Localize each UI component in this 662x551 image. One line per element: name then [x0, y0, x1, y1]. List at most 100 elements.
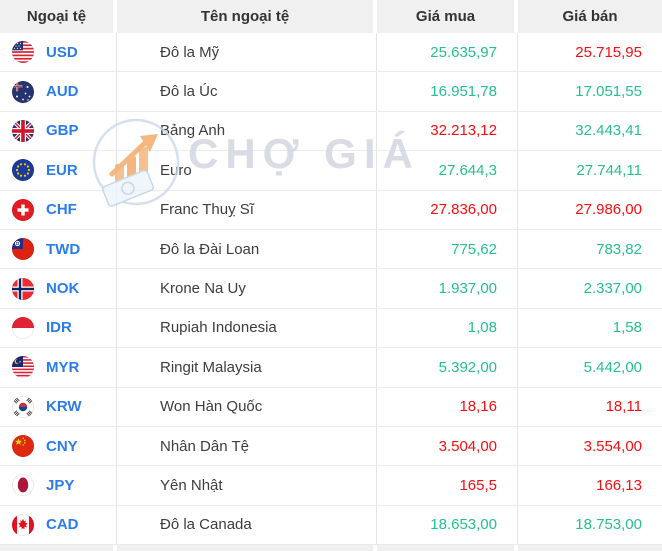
sell-price: 783,82 — [596, 240, 642, 258]
my-flag-icon — [12, 356, 34, 379]
buy-price: 775,62 — [451, 240, 497, 258]
currency-name: Franc Thuỵ Sĩ — [160, 201, 254, 219]
currency-name-cell: Đô la Đài Loan — [117, 229, 377, 269]
id-flag-icon — [12, 316, 34, 339]
table-row[interactable]: CHF Franc Thuỵ Sĩ 27.836,00 27.986,00 — [0, 190, 662, 230]
currency-cell: EUR — [0, 151, 117, 190]
sell-price-cell: 5.442,00 — [518, 348, 662, 386]
currency-name: Đô la Úc — [160, 83, 218, 101]
currency-cell: CHF — [0, 190, 117, 229]
currency-name: Đô la Mỹ — [160, 43, 220, 61]
buy-price: 165,5 — [459, 476, 497, 494]
au-flag-icon — [12, 80, 34, 103]
tw-flag-icon — [12, 238, 34, 261]
sell-price: 32.443,41 — [575, 122, 642, 140]
currency-code: KRW — [46, 398, 82, 416]
buy-price-cell: 32.213,12 — [377, 111, 518, 151]
currency-code: NOK — [46, 280, 80, 298]
table-row[interactable]: MYR Ringit Malaysia 5.392,00 5.442,00 — [0, 348, 662, 388]
sell-price: 25.715,95 — [575, 43, 642, 61]
gb-flag-icon — [12, 119, 34, 142]
currency-code: USD — [46, 43, 78, 61]
currency-code: JPY — [46, 476, 75, 494]
table-row[interactable]: TWD Đô la Đài Loan 775,62 783,82 — [0, 229, 662, 270]
buy-price: 27.836,00 — [430, 201, 497, 219]
table-row[interactable]: CNY Nhân Dân Tệ 3.504,00 3.554,00 — [0, 426, 662, 467]
buy-price: 18,16 — [459, 398, 497, 416]
buy-price: 3.504,00 — [438, 437, 497, 455]
currency-code: GBP — [46, 122, 79, 140]
sell-price-cell: 783,82 — [518, 230, 662, 268]
currency-code: MYR — [46, 358, 80, 376]
sell-price-cell: 32.443,41 — [518, 112, 662, 150]
currency-name: Nhân Dân Tệ — [160, 437, 249, 455]
table-row[interactable]: USD Đô la Mỹ 25.635,97 25.715,95 — [0, 33, 662, 73]
buy-price-cell: 1,08 — [377, 308, 518, 348]
sell-price-cell: 27.986,00 — [518, 191, 662, 229]
kr-flag-icon — [12, 395, 34, 418]
currency-cell: CAD — [0, 505, 117, 545]
column-header-currency-name: Tên ngoại tệ — [117, 0, 377, 33]
currency-name: Đô la Canada — [160, 516, 252, 534]
currency-name-cell: Won Hàn Quốc — [117, 387, 377, 426]
currency-name-cell: Đô la Canada — [117, 505, 377, 545]
table-row[interactable]: JPY Yên Nhật 165,5 166,13 — [0, 466, 662, 506]
sell-price-cell: 3.554,00 — [518, 427, 662, 465]
currency-cell: AUD — [0, 72, 117, 111]
sell-price: 5.442,00 — [583, 358, 642, 376]
buy-price-cell: 5.392,00 — [377, 348, 518, 387]
table-row[interactable]: AUD Đô la Úc 16.951,78 17.051,55 — [0, 72, 662, 112]
sell-price: 18,11 — [605, 398, 642, 416]
no-flag-icon — [12, 277, 34, 300]
currency-code: EUR — [46, 161, 78, 179]
buy-price: 25.635,97 — [430, 43, 497, 61]
currency-code: TWD — [46, 240, 81, 258]
currency-name: Euro — [160, 161, 192, 179]
sell-price-cell: 2.337,00 — [518, 269, 662, 307]
sell-price: 166,13 — [596, 476, 642, 494]
currency-name: Won Hàn Quốc — [160, 398, 263, 416]
buy-price-cell: 27.644,3 — [377, 151, 518, 190]
ch-flag-icon — [12, 198, 34, 221]
buy-price: 27.644,3 — [438, 161, 497, 179]
currency-name-cell: Krone Na Uy — [117, 269, 377, 308]
table-header: Ngoại tệ Tên ngoại tệ Giá mua Giá bán — [0, 0, 662, 33]
currency-code: CHF — [46, 201, 77, 219]
buy-price-cell: 25.635,97 — [377, 33, 518, 72]
table-row[interactable]: GBP Bảng Anh 32.213,12 32.443,41 — [0, 111, 662, 152]
buy-price: 1.937,00 — [438, 280, 497, 298]
jp-flag-icon — [12, 474, 34, 497]
table-row[interactable]: KRW Won Hàn Quốc 18,16 18,11 — [0, 387, 662, 427]
currency-code: IDR — [46, 319, 72, 337]
buy-price-cell: 18,16 — [377, 387, 518, 426]
sell-price-cell: 25.715,95 — [518, 33, 662, 71]
buy-price-cell: 1.937,00 — [377, 269, 518, 308]
currency-name-cell: Yên Nhật — [117, 466, 377, 505]
currency-name: Krone Na Uy — [160, 280, 246, 298]
exchange-rate-table: Ngoại tệ Tên ngoại tệ Giá mua Giá bán US… — [0, 0, 662, 546]
buy-price-cell: 27.836,00 — [377, 190, 518, 229]
cn-flag-icon — [12, 435, 34, 458]
currency-code: AUD — [46, 83, 79, 101]
table-row[interactable]: EUR Euro 27.644,3 27.744,11 — [0, 151, 662, 191]
currency-name-cell: Rupiah Indonesia — [117, 308, 377, 348]
buy-price: 18.653,00 — [430, 516, 497, 534]
table-row[interactable]: IDR Rupiah Indonesia 1,08 1,58 — [0, 308, 662, 349]
currency-cell: NOK — [0, 269, 117, 308]
buy-price: 5.392,00 — [438, 358, 497, 376]
sell-price: 17.051,55 — [575, 83, 642, 101]
currency-name-cell: Bảng Anh — [117, 111, 377, 151]
eu-flag-icon — [12, 159, 34, 182]
table-row[interactable]: CAD Đô la Canada 18.653,00 18.753,00 — [0, 505, 662, 546]
currency-name: Ringit Malaysia — [160, 358, 262, 376]
table-body: USD Đô la Mỹ 25.635,97 25.715,95 AUD Đô … — [0, 33, 662, 546]
buy-price-cell: 775,62 — [377, 229, 518, 269]
currency-name-cell: Nhân Dân Tệ — [117, 426, 377, 466]
sell-price-cell: 17.051,55 — [518, 72, 662, 110]
sell-price: 2.337,00 — [583, 280, 642, 298]
currency-cell: IDR — [0, 308, 117, 348]
currency-name-cell: Ringit Malaysia — [117, 348, 377, 387]
currency-code: CAD — [46, 516, 79, 534]
sell-price-cell: 18,11 — [518, 388, 662, 426]
table-row[interactable]: NOK Krone Na Uy 1.937,00 2.337,00 — [0, 269, 662, 309]
